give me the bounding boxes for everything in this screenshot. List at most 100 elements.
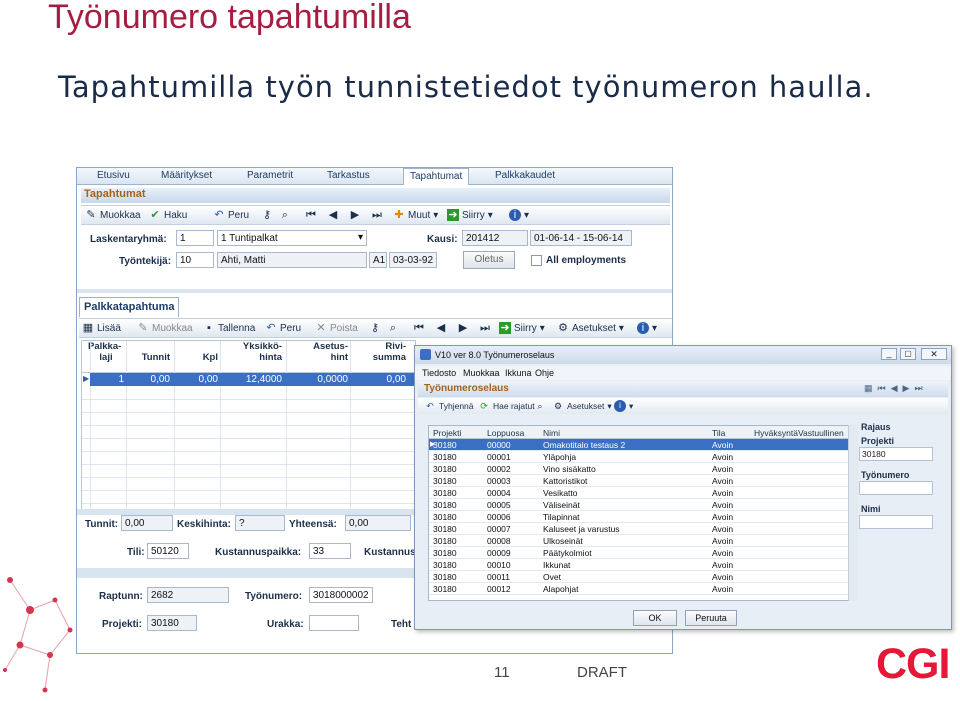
- table-row[interactable]: 30180 00009 Päätykolmiot Avoin: [429, 547, 856, 559]
- column-header-nimi[interactable]: Nimi: [543, 428, 560, 438]
- key-button[interactable]: ⚷: [261, 209, 273, 221]
- search-button[interactable]: ⌕: [279, 209, 291, 221]
- tyontekija-a-field[interactable]: A1: [369, 252, 387, 268]
- peru-row-button[interactable]: ↶ Peru: [265, 322, 301, 334]
- table-row[interactable]: 30180 00011 Ovet Avoin: [429, 571, 856, 583]
- asetukset-dialog-button[interactable]: ⚙ Asetukset ▾: [552, 400, 612, 412]
- key-row-button[interactable]: ⚷: [369, 322, 381, 334]
- table-row[interactable]: 30180 00005 Väliseinät Avoin: [429, 499, 856, 511]
- previous-row-button[interactable]: ◀: [435, 322, 447, 334]
- first-row-button[interactable]: ⏮: [413, 322, 425, 334]
- menu-ohje[interactable]: Ohje: [535, 368, 554, 378]
- table-row[interactable]: 30180 00003 Kattoristikot Avoin: [429, 475, 856, 487]
- peru-button[interactable]: ↶ Peru: [213, 209, 249, 221]
- search-icon: ⌕: [389, 322, 397, 334]
- column-header-loppuosa[interactable]: Loppuosa: [487, 428, 524, 438]
- last-record-button[interactable]: ⏭: [371, 209, 383, 221]
- table-row[interactable]: 30180 00007 Kaluseet ja varustus Avoin: [429, 523, 856, 535]
- ok-button[interactable]: OK: [633, 610, 677, 626]
- muokkaa-button[interactable]: ✎ Muokkaa: [85, 209, 140, 221]
- siirry-row-button[interactable]: ➜ Siirry ▾: [499, 322, 545, 334]
- search-dialog-button[interactable]: ⌕: [534, 400, 546, 412]
- info-row-button[interactable]: i ▾: [637, 322, 657, 334]
- rajaus-nimi-field[interactable]: [859, 515, 933, 529]
- next-row-button[interactable]: ▶: [457, 322, 469, 334]
- tyontekija-code-field[interactable]: 10: [176, 252, 214, 268]
- raptunn-field[interactable]: 2682: [147, 587, 229, 603]
- kustannuspaikka-field[interactable]: 33: [309, 543, 351, 559]
- urakka-label: Urakka:: [267, 619, 304, 630]
- tyhjenna-button[interactable]: ↶ Tyhjennä: [424, 400, 473, 412]
- table-scrollbar[interactable]: [848, 425, 858, 601]
- first-record-button[interactable]: ⏮: [305, 209, 317, 221]
- poista-button[interactable]: ✕ Poista: [315, 322, 357, 334]
- haku-button[interactable]: ✔ Haku: [149, 209, 187, 221]
- table-row[interactable]: 30180 00008 Ulkoseinät Avoin: [429, 535, 856, 547]
- tili-field[interactable]: 50120: [147, 543, 189, 559]
- tab-tapahtumat[interactable]: Tapahtumat: [403, 168, 470, 185]
- page-number: 11: [494, 664, 510, 681]
- menu-tiedosto[interactable]: Tiedosto: [422, 368, 456, 378]
- column-header-projekti[interactable]: Projekti: [433, 428, 461, 438]
- rajaus-tyonumero-field[interactable]: [859, 481, 933, 495]
- minimize-button[interactable]: _: [881, 348, 897, 360]
- column-header-hyvaksynta[interactable]: Hyväksyntä: [754, 428, 798, 438]
- rajaus-projekti-field[interactable]: 30180: [859, 447, 933, 461]
- column-header-vastuullinen[interactable]: Vastuullinen: [798, 428, 844, 438]
- info-button[interactable]: i ▾: [509, 209, 529, 221]
- table-row[interactable]: ▶ 30180 00000 Omakotitalo testaus 2 Avoin: [429, 439, 856, 451]
- urakka-field[interactable]: [309, 615, 359, 631]
- laskentaryhma-select[interactable]: 1 Tuntipalkat ▾: [217, 230, 367, 246]
- yhteensa-field[interactable]: 0,00: [345, 515, 411, 531]
- key-icon: ⚷: [370, 322, 380, 334]
- muut-button[interactable]: ✚ Muut ▾: [393, 209, 438, 221]
- menu-muokkaa[interactable]: Muokkaa: [463, 368, 500, 378]
- kausi-label: Kausi:: [427, 234, 458, 245]
- peruuta-button[interactable]: Peruuta: [685, 610, 737, 626]
- table-row[interactable]: 30180 00001 Yläpohja Avoin: [429, 451, 856, 463]
- table-row[interactable]: 30180 00010 Ikkunat Avoin: [429, 559, 856, 571]
- next-icon: ▶: [458, 322, 468, 334]
- close-button[interactable]: ✕: [921, 348, 947, 360]
- rajaus-tyonumero-label: Työnumero: [861, 470, 910, 480]
- siirry-button[interactable]: ➜ Siirry ▾: [447, 209, 493, 221]
- tyontekija-name-field[interactable]: Ahti, Matti: [217, 252, 367, 268]
- tunnit-label: Tunnit:: [85, 519, 119, 530]
- table-row[interactable]: 30180 00004 Vesikatto Avoin: [429, 487, 856, 499]
- oletus-button[interactable]: Oletus: [463, 251, 515, 269]
- column-header-tila[interactable]: Tila: [712, 428, 725, 438]
- tyontekija-date-field[interactable]: 03-03-92: [389, 252, 437, 268]
- tab-palkkakaudet[interactable]: Palkkakaudet: [495, 170, 555, 181]
- kausi-code-field[interactable]: 201412: [462, 230, 528, 246]
- lisaa-button[interactable]: ▦ Lisää: [82, 322, 121, 334]
- last-row-button[interactable]: ⏭: [479, 322, 491, 334]
- table-row[interactable]: 30180 00006 Tilapinnat Avoin: [429, 511, 856, 523]
- keskihinta-field[interactable]: ?: [235, 515, 285, 531]
- menu-ikkuna[interactable]: Ikkuna: [505, 368, 532, 378]
- table-row[interactable]: 30180 00002 Vino sisäkatto Avoin: [429, 463, 856, 475]
- search-row-button[interactable]: ⌕: [387, 322, 399, 334]
- previous-record-button[interactable]: ◀: [327, 209, 339, 221]
- table-row[interactable]: 30180 00012 Alapohjat Avoin: [429, 583, 856, 595]
- tab-parametrit[interactable]: Parametrit: [247, 170, 293, 181]
- tyonumero-field[interactable]: 3018000002: [309, 587, 373, 603]
- next-record-button[interactable]: ▶: [349, 209, 361, 221]
- dialog-nav-icons[interactable]: ▦⏮◀▶⏭: [864, 383, 928, 394]
- projekti-field[interactable]: 30180: [147, 615, 197, 631]
- laskentaryhma-code-field[interactable]: 1: [176, 230, 214, 246]
- tunnit-field[interactable]: 0,00: [121, 515, 173, 531]
- tab-maaritykset[interactable]: Määritykset: [161, 170, 212, 181]
- asetukset-button[interactable]: ⚙ Asetukset ▾: [557, 322, 624, 334]
- hae-rajatut-button[interactable]: ⟳ Hae rajatut: [478, 400, 534, 412]
- maximize-button[interactable]: ▢: [900, 348, 916, 360]
- muokkaa-row-button[interactable]: ✎ Muokkaa: [137, 322, 192, 334]
- tab-palkkatapahtuma[interactable]: Palkkatapahtuma: [79, 297, 179, 317]
- info-dialog-button[interactable]: i ▾: [614, 400, 633, 412]
- rajaus-nimi-label: Nimi: [861, 504, 881, 514]
- dialog-title: V10 ver 8.0 Työnumeroselaus: [435, 350, 555, 360]
- all-employments-checkbox[interactable]: [531, 255, 542, 266]
- kausi-range-field[interactable]: 01-06-14 - 15-06-14: [530, 230, 632, 246]
- tab-etusivu[interactable]: Etusivu: [97, 170, 130, 181]
- tab-tarkastus[interactable]: Tarkastus: [327, 170, 370, 181]
- tallenna-button[interactable]: ▪ Tallenna: [203, 322, 255, 334]
